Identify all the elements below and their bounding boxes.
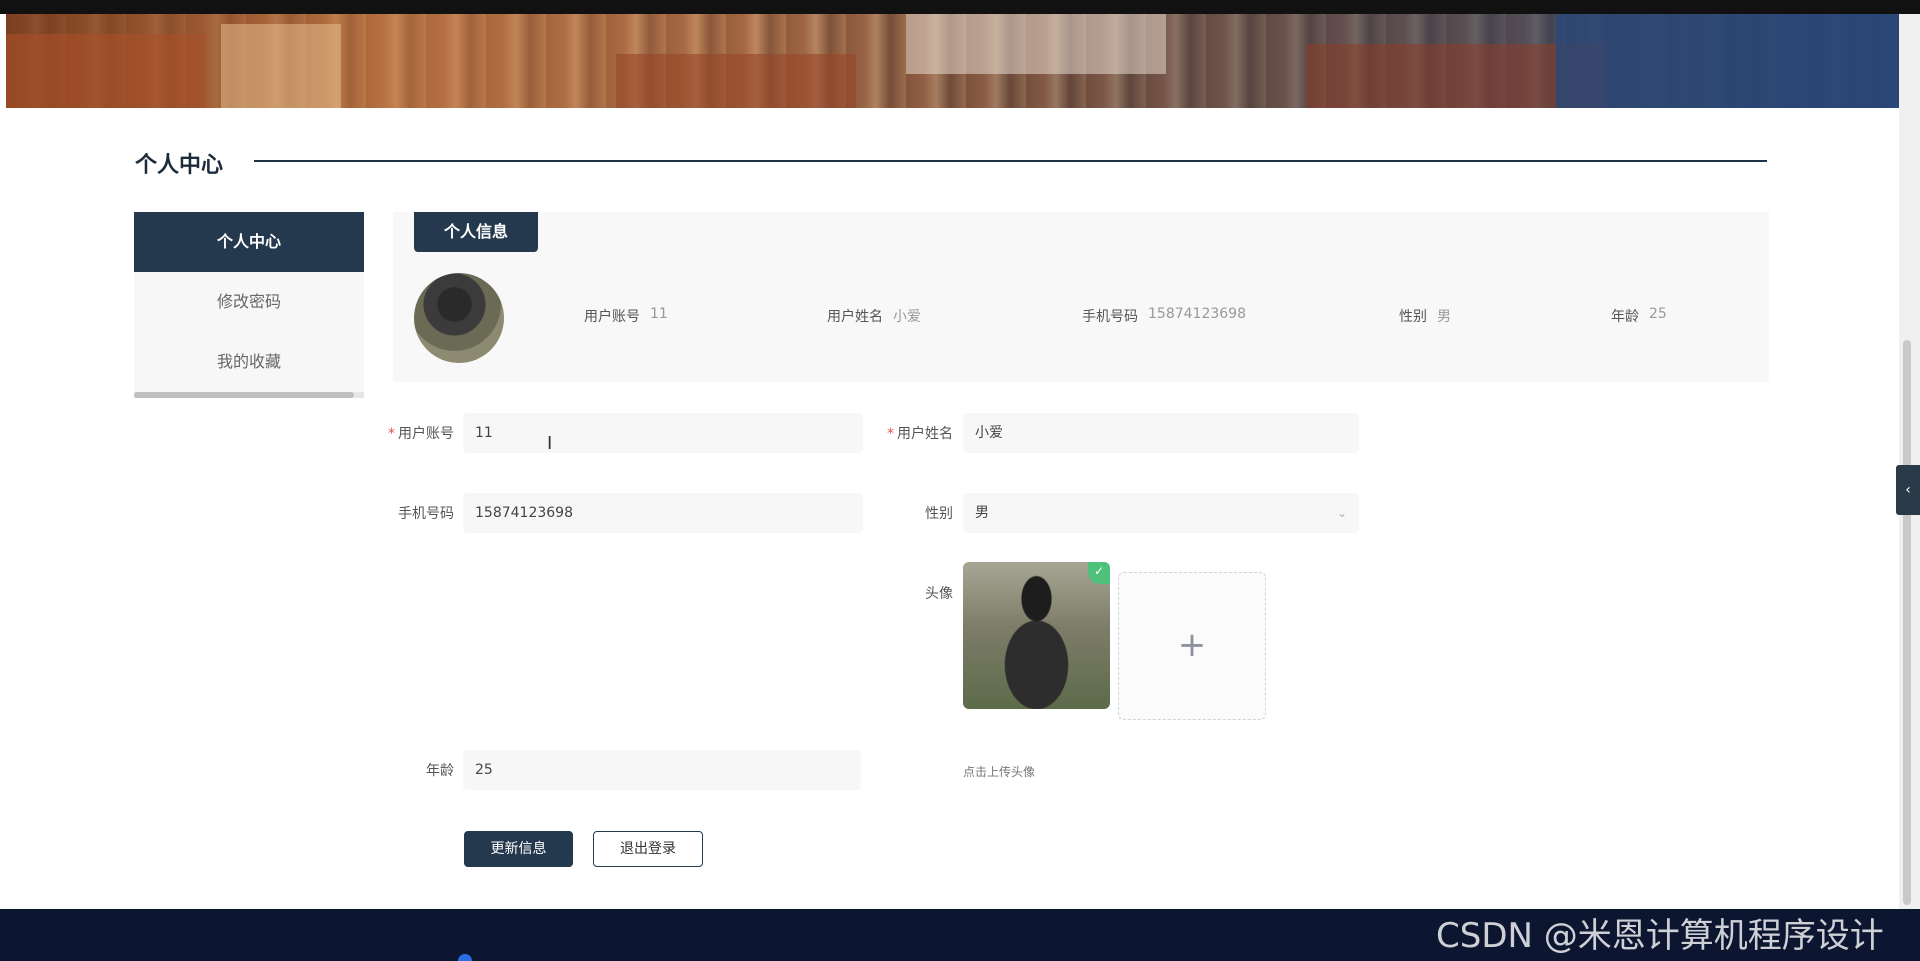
banner-water (1556, 14, 1899, 108)
sidebar-item-profile[interactable]: 个人中心 (134, 212, 364, 272)
name-label: * 用户姓名 (873, 423, 953, 443)
name-field[interactable]: 小爱 (963, 413, 1359, 453)
avatar (414, 273, 504, 363)
age-field[interactable]: 25 (463, 750, 861, 790)
banner-building (616, 54, 856, 108)
logout-button[interactable]: 退出登录 (593, 831, 703, 867)
info-value: 25 (1649, 306, 1667, 322)
footer-dot-icon (458, 954, 472, 961)
info-value: 15874123698 (1148, 306, 1246, 322)
required-mark: * (388, 426, 395, 442)
phone-field[interactable]: 15874123698 (463, 493, 863, 533)
sidebar-item-change-password[interactable]: 修改密码 (134, 272, 364, 332)
menu-scrollbar[interactable] (134, 392, 364, 398)
info-name: 用户姓名 小爱 (827, 306, 921, 326)
gender-value: 男 (975, 505, 989, 521)
update-info-button[interactable]: 更新信息 (464, 831, 573, 867)
upload-button[interactable]: + (1118, 572, 1266, 720)
info-label: 年龄 (1611, 309, 1639, 325)
watermark: CSDN @米恩计算机程序设计 (1436, 916, 1884, 956)
side-collapse-tab[interactable]: ‹ (1896, 465, 1920, 515)
info-age: 年龄 25 (1611, 306, 1667, 326)
banner-building (6, 34, 206, 108)
tab-personal-info[interactable]: 个人信息 (414, 212, 538, 252)
title-divider (254, 160, 1767, 162)
gender-label: 性别 (925, 506, 953, 522)
age-label: 年龄 (426, 763, 454, 779)
uploaded-avatar-image[interactable] (963, 562, 1110, 709)
phone-label: 手机号码 (398, 506, 454, 522)
banner-image (6, 14, 1899, 108)
chevron-down-icon: ⌄ (1336, 506, 1347, 520)
info-label: 用户姓名 (827, 309, 883, 325)
info-phone: 手机号码 15874123698 (1082, 306, 1246, 326)
page-title: 个人中心 (135, 153, 224, 178)
info-label: 手机号码 (1082, 309, 1138, 325)
account-label: * 用户账号 (374, 423, 454, 443)
account-label-text: 用户账号 (398, 426, 454, 442)
info-account: 用户账号 11 (584, 306, 668, 326)
banner-building (906, 14, 1166, 74)
required-mark: * (887, 426, 894, 442)
menu-scrollbar-thumb[interactable] (134, 392, 354, 398)
text-cursor-icon: I (547, 433, 553, 454)
info-value: 11 (650, 306, 668, 322)
plus-icon: + (1177, 625, 1207, 665)
info-gender: 性别 男 (1399, 306, 1451, 326)
upload-hint: 点击上传头像 (963, 765, 1036, 779)
gender-select[interactable]: 男 ⌄ (963, 493, 1359, 533)
profile-info-card (393, 212, 1769, 382)
info-value: 男 (1437, 309, 1451, 325)
check-icon: ✓ (1088, 562, 1110, 584)
chevron-left-icon: ‹ (1905, 482, 1911, 498)
banner-building (221, 24, 341, 108)
name-label-text: 用户姓名 (897, 426, 953, 442)
sidebar-menu: 个人中心 修改密码 我的收藏 (134, 212, 364, 392)
info-label: 性别 (1399, 309, 1427, 325)
info-label: 用户账号 (584, 309, 640, 325)
avatar-label: 头像 (925, 586, 953, 602)
account-field[interactable]: 11 (463, 413, 863, 453)
scrollbar-thumb[interactable] (1903, 340, 1911, 905)
sidebar-item-favorites[interactable]: 我的收藏 (134, 332, 364, 392)
info-value: 小爱 (893, 309, 921, 325)
top-bar (0, 0, 1920, 14)
